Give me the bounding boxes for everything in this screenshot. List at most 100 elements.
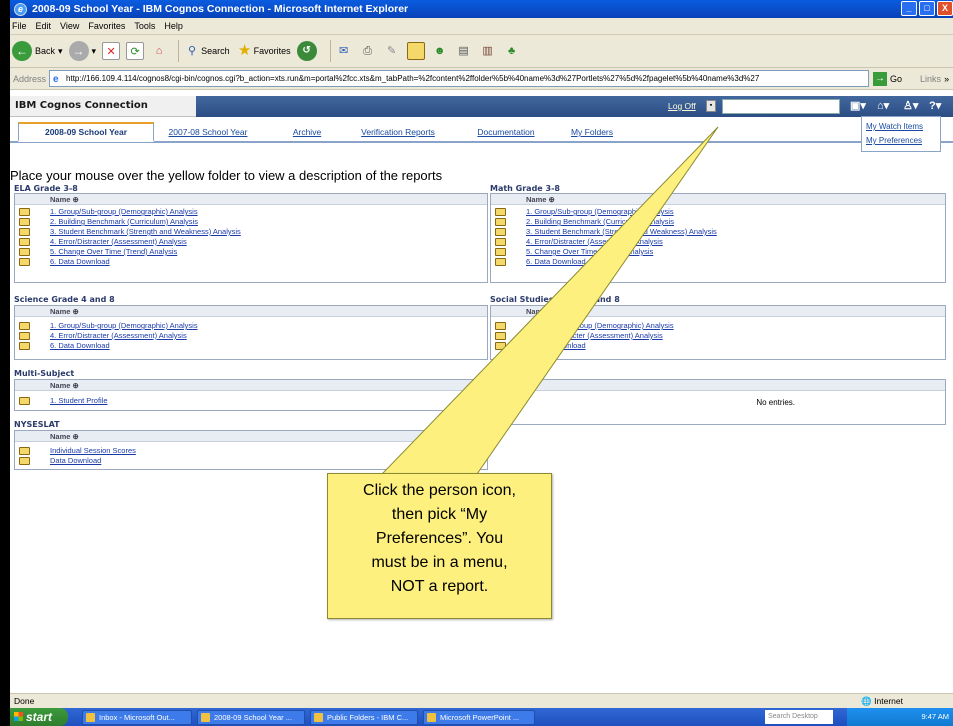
folder-icon[interactable] bbox=[495, 322, 506, 330]
list-item[interactable]: 3. Student Benchmark (Strength and Weakn… bbox=[15, 227, 487, 237]
list-item[interactable]: 6. Data Download bbox=[15, 341, 487, 351]
report-link[interactable]: 2. Building Benchmark (Curriculum) Analy… bbox=[50, 217, 198, 227]
taskbar-item[interactable]: Inbox - Microsoft Out... bbox=[82, 709, 192, 725]
folder-icon[interactable] bbox=[19, 228, 30, 236]
tab-documentation[interactable]: Documentation bbox=[466, 124, 546, 141]
list-item[interactable]: 5. Change Over Time (Trend) Analysis bbox=[491, 247, 945, 257]
list-item[interactable]: 4. Error/Distracter (Assessment) Analysi… bbox=[15, 237, 487, 247]
list-item[interactable]: Data Download bbox=[15, 456, 487, 466]
report-link[interactable]: Data Download bbox=[50, 456, 101, 466]
list-item[interactable]: 5. Change Over Time (Trend) Analysis bbox=[15, 247, 487, 257]
menu-file[interactable]: File bbox=[12, 21, 27, 31]
folder-icon[interactable] bbox=[19, 208, 30, 216]
back-button[interactable]: ← Back ▾ bbox=[12, 41, 63, 61]
tab-2007-08-school-year[interactable]: 2007-08 School Year bbox=[158, 124, 258, 141]
folder-icon[interactable] bbox=[495, 248, 506, 256]
report-link[interactable]: 6. Data Download bbox=[50, 341, 110, 351]
list-item[interactable]: Individual Session Scores bbox=[15, 446, 487, 456]
folder-icon[interactable] bbox=[19, 457, 30, 465]
report-link[interactable]: 1. Group/Sub-group (Demographic) Analysi… bbox=[526, 207, 674, 217]
folder-icon[interactable] bbox=[19, 218, 30, 226]
list-item[interactable]: 1. Group/Sub-group (Demographic) Analysi… bbox=[491, 321, 945, 331]
messenger-button[interactable]: ☻ bbox=[431, 42, 449, 60]
taskbar-item[interactable]: Public Folders - IBM C... bbox=[310, 709, 418, 725]
taskbar-item[interactable]: Microsoft PowerPoint ... bbox=[423, 709, 535, 725]
report-link[interactable]: 2. Building Benchmark (Curriculum) Analy… bbox=[526, 217, 674, 227]
search-button[interactable]: ⚲ Search bbox=[183, 42, 230, 60]
maximize-button[interactable]: □ bbox=[919, 1, 935, 16]
mail-button[interactable]: ✉ bbox=[335, 42, 353, 60]
links-button[interactable]: Links bbox=[920, 74, 941, 84]
list-item[interactable]: 6. Data Download bbox=[491, 341, 945, 351]
list-item[interactable]: 1. Group/Sub-group (Demographic) Analysi… bbox=[491, 207, 945, 217]
go-button[interactable]: Go bbox=[890, 74, 902, 84]
view-options-icon[interactable]: ▣▾ bbox=[850, 99, 866, 112]
report-link[interactable]: 1. Group/Sub-group (Demographic) Analysi… bbox=[50, 207, 198, 217]
folder-icon[interactable] bbox=[19, 447, 30, 455]
folder-icon[interactable] bbox=[495, 258, 506, 266]
go-arrow-icon[interactable]: → bbox=[873, 71, 888, 86]
report-link[interactable]: 5. Change Over Time (Trend) Analysis bbox=[526, 247, 653, 257]
history-button[interactable]: ↺ bbox=[296, 41, 320, 61]
report-link[interactable]: 3. Student Benchmark (Strength and Weakn… bbox=[50, 227, 241, 237]
menu-help[interactable]: Help bbox=[164, 21, 183, 31]
folder-icon[interactable] bbox=[495, 208, 506, 216]
folder-icon[interactable] bbox=[19, 332, 30, 340]
name-column-header[interactable]: Name bbox=[526, 307, 546, 316]
close-button[interactable]: X bbox=[937, 1, 953, 16]
list-item[interactable]: 6. Data Download bbox=[15, 257, 487, 267]
folder-icon[interactable] bbox=[19, 322, 30, 330]
menu-view[interactable]: View bbox=[60, 21, 79, 31]
minimize-button[interactable]: _ bbox=[901, 1, 917, 16]
people-button[interactable]: ♣ bbox=[503, 42, 521, 60]
report-link[interactable]: 4. Error/Distracter (Assessment) Analysi… bbox=[50, 237, 187, 247]
list-item[interactable]: 4. Error/Distracter (Assessment) Analysi… bbox=[15, 331, 487, 341]
tab-my-folders[interactable]: My Folders bbox=[562, 124, 622, 141]
list-item[interactable]: 2. Building Benchmark (Curriculum) Analy… bbox=[491, 217, 945, 227]
report-link[interactable]: 1. Student Profile bbox=[50, 396, 108, 406]
folder-icon[interactable] bbox=[495, 332, 506, 340]
folder-icon[interactable] bbox=[19, 238, 30, 246]
list-item[interactable]: 4. Error/Distracter (Assessment) Analysi… bbox=[491, 331, 945, 341]
folder-icon[interactable] bbox=[495, 342, 506, 350]
forward-button[interactable]: → ▾ bbox=[68, 41, 96, 61]
report-link[interactable]: 6. Data Download bbox=[526, 341, 586, 351]
name-column-header[interactable]: Name bbox=[526, 195, 546, 204]
name-column-header[interactable]: Name bbox=[50, 195, 70, 204]
folder-icon[interactable] bbox=[19, 248, 30, 256]
folder-icon[interactable] bbox=[19, 397, 30, 405]
person-icon[interactable]: ♙▾ bbox=[903, 99, 918, 112]
folder-icon[interactable] bbox=[495, 238, 506, 246]
report-link[interactable]: 4. Error/Distracter (Assessment) Analysi… bbox=[526, 331, 663, 341]
address-input[interactable]: http://166.109.4.114/cognos8/cgi-bin/cog… bbox=[49, 70, 870, 87]
report-link[interactable]: 4. Error/Distracter (Assessment) Analysi… bbox=[526, 237, 663, 247]
list-item[interactable]: 1. Group/Sub-group (Demographic) Analysi… bbox=[15, 321, 487, 331]
print-button[interactable]: ⎙ bbox=[359, 42, 377, 60]
menu-tools[interactable]: Tools bbox=[134, 21, 155, 31]
folder-icon[interactable] bbox=[19, 258, 30, 266]
start-button[interactable]: start bbox=[10, 708, 68, 726]
list-item[interactable]: 1. Student Profile bbox=[15, 396, 487, 406]
name-column-header[interactable]: Name bbox=[50, 381, 70, 390]
my-preferences-link[interactable]: My Preferences bbox=[866, 134, 936, 148]
taskbar-item[interactable]: 2008-09 School Year ... bbox=[197, 709, 305, 725]
name-column-header[interactable]: Name bbox=[499, 381, 519, 390]
list-item[interactable]: 3. Student Benchmark (Strength and Weakn… bbox=[491, 227, 945, 237]
name-column-header[interactable]: Name bbox=[50, 307, 70, 316]
menu-edit[interactable]: Edit bbox=[36, 21, 52, 31]
toolbar-page-icon[interactable]: ▪ bbox=[706, 100, 716, 112]
tab-archive[interactable]: Archive bbox=[282, 124, 332, 141]
cognos-home-icon[interactable]: ⌂▾ bbox=[877, 99, 889, 112]
report-link[interactable]: Individual Session Scores bbox=[50, 446, 136, 456]
refresh-button[interactable]: ⟳ bbox=[126, 42, 145, 60]
menu-favorites[interactable]: Favorites bbox=[88, 21, 125, 31]
list-item[interactable]: 1. Group/Sub-group (Demographic) Analysi… bbox=[15, 207, 487, 217]
favorites-button[interactable]: ★ Favorites bbox=[236, 42, 291, 60]
home-button[interactable]: ⌂ bbox=[150, 42, 168, 60]
list-item[interactable]: 4. Error/Distracter (Assessment) Analysi… bbox=[491, 237, 945, 247]
help-icon[interactable]: ?▾ bbox=[929, 99, 941, 112]
report-link[interactable]: 1. Group/Sub-group (Demographic) Analysi… bbox=[526, 321, 674, 331]
report-link[interactable]: 6. Data Download bbox=[50, 257, 110, 267]
report-link[interactable]: 3. Student Benchmark (Strength and Weakn… bbox=[526, 227, 717, 237]
my-watch-items-link[interactable]: My Watch Items bbox=[866, 120, 936, 134]
